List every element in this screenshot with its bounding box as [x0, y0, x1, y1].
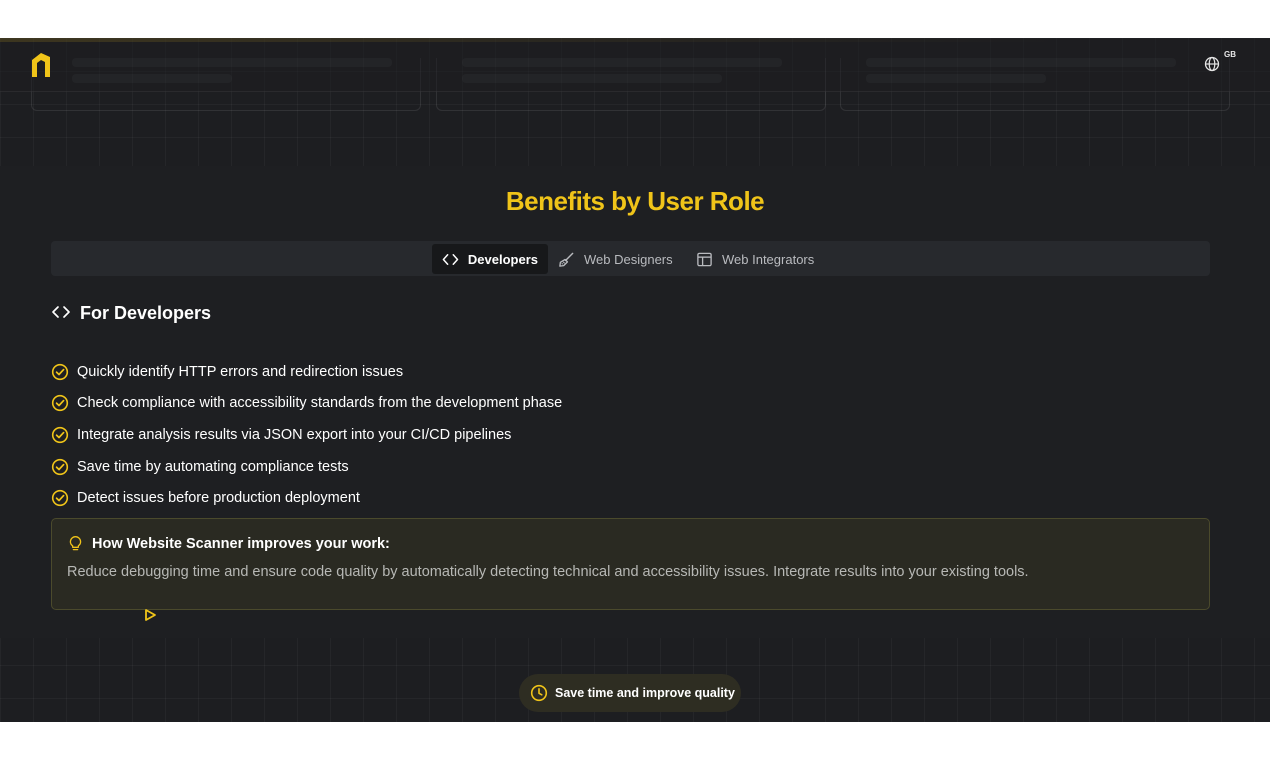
language-code: GB — [1224, 50, 1236, 59]
globe-icon — [1204, 56, 1220, 72]
list-item: Detect issues before production deployme… — [51, 482, 562, 514]
lightbulb-icon — [69, 536, 82, 551]
check-circle-icon — [51, 395, 69, 412]
tab-label: Web Designers — [584, 251, 673, 267]
list-item: Check compliance with accessibility stan… — [51, 388, 562, 420]
section-title: Benefits by User Role — [505, 186, 765, 216]
language-selector[interactable]: GB — [1204, 50, 1236, 78]
benefit-text: Detect issues before production deployme… — [77, 490, 360, 507]
info-title: How Website Scanner improves your work: — [67, 535, 390, 552]
benefit-text: Integrate analysis results via JSON expo… — [77, 426, 512, 443]
check-circle-icon — [51, 363, 69, 380]
status-badge: Save time and improve quality — [519, 674, 741, 712]
benefit-text: Save time by automating compliance tests — [77, 458, 349, 475]
clock-icon — [530, 684, 548, 702]
code-icon — [52, 305, 70, 318]
code-icon — [442, 253, 459, 265]
benefit-list: Quickly identify HTTP errors and redirec… — [51, 356, 562, 514]
tab-web-integrators[interactable]: Web Integrators — [686, 244, 824, 274]
tab-label: Developers — [467, 251, 538, 267]
benefit-text: Quickly identify HTTP errors and redirec… — [77, 363, 404, 380]
list-item: Quickly identify HTTP errors and redirec… — [51, 356, 562, 388]
check-circle-icon — [51, 490, 69, 507]
page-viewport: GB Benefits by User Role Developers Web … — [0, 38, 1270, 722]
benefit-text: Check compliance with accessibility stan… — [77, 395, 563, 412]
role-tabs: Developers Web Designers Web Integrators — [51, 241, 1210, 276]
check-circle-icon — [51, 426, 69, 444]
check-circle-icon — [51, 458, 69, 475]
brand-logo[interactable] — [30, 51, 52, 77]
info-title-text: How Website Scanner improves your work: — [92, 535, 390, 552]
panel-title: For Developers — [51, 303, 211, 324]
info-callout: How Website Scanner improves your work: … — [51, 518, 1210, 610]
tab-label: Web Integrators — [722, 251, 815, 267]
layout-icon — [697, 252, 712, 266]
play-cursor-icon — [145, 609, 156, 621]
tab-web-designers[interactable]: Web Designers — [548, 244, 683, 274]
badge-label: Save time and improve quality — [555, 686, 735, 700]
tab-developers[interactable]: Developers — [432, 244, 548, 274]
panel-title-text: For Developers — [80, 303, 212, 323]
list-item: Save time by automating compliance tests — [51, 451, 562, 483]
info-text: Reduce debugging time and ensure code qu… — [67, 564, 1029, 580]
paintbrush-icon — [559, 252, 574, 267]
list-item: Integrate analysis results via JSON expo… — [51, 419, 562, 451]
top-navigation-bar: GB — [0, 38, 1270, 92]
